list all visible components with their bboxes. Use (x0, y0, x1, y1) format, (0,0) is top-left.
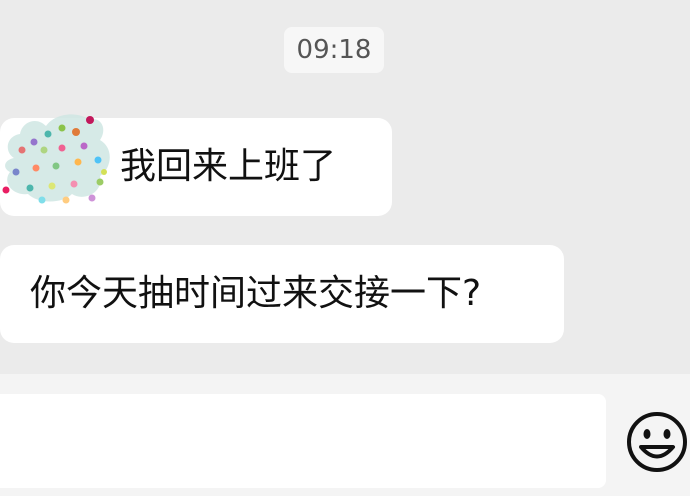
message-input[interactable] (0, 394, 606, 488)
message-text-2: 你今天抽时间过来交接一下? (30, 273, 482, 314)
cloud-sticker-icon (2, 114, 110, 204)
message-bubble-received-2[interactable]: 你今天抽时间过来交接一下? (0, 245, 564, 343)
emoji-button[interactable] (624, 402, 690, 482)
smiley-face-icon (627, 412, 687, 472)
time-divider: 09:18 (284, 27, 384, 73)
chat-area: 09:18 我回来上班了 你今天抽时间过来交接一下? (0, 0, 690, 374)
message-text-1: 我回来上班了 (120, 146, 337, 187)
